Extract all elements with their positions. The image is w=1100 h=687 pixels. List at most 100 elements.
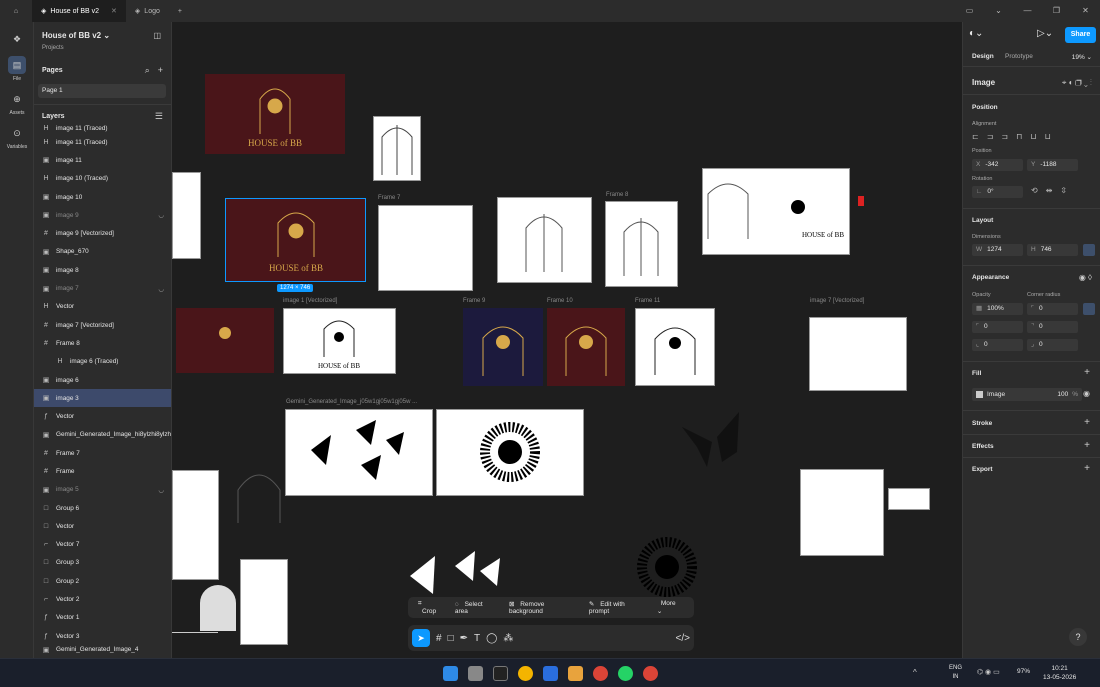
image-window-sketch[interactable]: [373, 116, 421, 181]
frame-tool-icon[interactable]: #: [436, 633, 442, 644]
corner-br-field[interactable]: ⌟ 0: [1027, 339, 1078, 351]
whatsapp-icon[interactable]: [618, 666, 633, 681]
layer-item[interactable]: # Frame 7: [34, 444, 171, 462]
close-window-button[interactable]: ✕: [1071, 0, 1100, 22]
layer-item[interactable]: ƒ Vector 3: [34, 627, 171, 645]
layer-item[interactable]: □ Group 3: [34, 554, 171, 572]
layer-item[interactable]: ▣ Gemini_Generated_Image_hi8ylzhi8ylzh: [34, 426, 171, 444]
home-button[interactable]: ⌂: [0, 0, 32, 22]
remove-background-button[interactable]: ⊠ Remove background: [505, 600, 581, 615]
play-icon[interactable]: ▷⌄: [1037, 28, 1053, 39]
fill-visibility-icon[interactable]: ◉: [1083, 389, 1090, 398]
frame-11[interactable]: [635, 308, 715, 386]
layer-item[interactable]: ⌐ Vector 7: [34, 536, 171, 554]
image-window-butterflies[interactable]: [800, 469, 884, 556]
pen-tool-icon[interactable]: ✒: [460, 633, 468, 644]
image-sun[interactable]: [436, 409, 584, 496]
add-export-icon[interactable]: +: [1084, 463, 1090, 474]
corner-radius-field[interactable]: ⌜ 0: [1027, 303, 1078, 315]
network-volume-icons[interactable]: ⌬ ◉ ▭: [977, 668, 1000, 676]
layer-item[interactable]: ▣ image 7 ◡: [34, 279, 171, 297]
image-window-arch[interactable]: [497, 197, 592, 283]
tab-logo[interactable]: ◈ Logo: [126, 0, 169, 22]
independent-corners-icon[interactable]: [1083, 303, 1095, 315]
frame-7[interactable]: [378, 205, 473, 291]
clock[interactable]: 10:21 13-05-2026: [1043, 664, 1076, 682]
layer-item[interactable]: ▣ Gemini_Generated_Image_4: [34, 645, 171, 654]
hidden-eye-icon[interactable]: ◡: [158, 486, 164, 494]
layer-item[interactable]: □ Vector: [34, 517, 171, 535]
restore-button[interactable]: ❐: [1042, 0, 1071, 22]
layer-item[interactable]: Himage 10 (Traced): [34, 170, 171, 188]
edit-with-prompt-button[interactable]: ✎ Edit with prompt: [585, 600, 649, 615]
frame-label[interactable]: Frame 11: [635, 298, 660, 304]
image-window-small[interactable]: [240, 559, 288, 645]
image-butterflies[interactable]: [285, 409, 433, 496]
search-icon[interactable]: ⌕: [145, 65, 150, 76]
layer-item[interactable]: □ Group 6: [34, 499, 171, 517]
layer-item[interactable]: ▣ image 9 ◡: [34, 206, 171, 224]
flip-icons[interactable]: ⟲⇹⇳: [1031, 186, 1075, 195]
layer-item[interactable]: ▣ image 5 ◡: [34, 481, 171, 499]
file-explorer-icon[interactable]: [568, 666, 583, 681]
chevron-down-icon[interactable]: ⌄: [984, 0, 1013, 22]
language-indicator[interactable]: ENG IN: [949, 664, 962, 682]
tab-house-of-bb[interactable]: ◈ House of BB v2 ✕: [32, 0, 126, 22]
image-logo-composition[interactable]: HOUSE of BB: [702, 168, 850, 255]
layer-item[interactable]: ƒ Vector: [34, 407, 171, 425]
task-view-icon[interactable]: [468, 666, 483, 681]
image-partial[interactable]: [172, 172, 201, 259]
new-tab-button[interactable]: +: [169, 0, 191, 22]
layer-item[interactable]: ▣ image 3: [34, 389, 171, 408]
chrome-profile-icon[interactable]: [593, 666, 608, 681]
actions-tool-icon[interactable]: ⁂: [503, 633, 513, 644]
layer-item[interactable]: ▣ image 6: [34, 371, 171, 389]
figma-app-icon[interactable]: [493, 666, 508, 681]
panel-icon[interactable]: ▭: [955, 0, 984, 22]
sun-vector[interactable]: [637, 537, 697, 597]
hidden-eye-icon[interactable]: ◡: [158, 285, 164, 293]
constrain-proportions-icon[interactable]: [1083, 244, 1095, 256]
share-button[interactable]: Share: [1065, 27, 1096, 43]
layer-item[interactable]: □ Group 2: [34, 572, 171, 590]
corner-tr-field[interactable]: ⌝ 0: [1027, 321, 1078, 333]
layer-item[interactable]: # image 9 [Vectorized]: [34, 224, 171, 242]
rail-file[interactable]: ▤ File: [0, 56, 34, 82]
tray-chevron-icon[interactable]: ^: [913, 668, 917, 677]
move-tool-icon[interactable]: ➤: [412, 629, 430, 647]
chrome-icon[interactable]: [518, 666, 533, 681]
breadcrumb[interactable]: Projects: [42, 45, 64, 51]
layer-item[interactable]: # image 7 [Vectorized]: [34, 316, 171, 334]
image-swirl[interactable]: [888, 488, 930, 510]
select-area-button[interactable]: ◌ Select area: [451, 601, 501, 615]
help-button[interactable]: ?: [1069, 628, 1087, 646]
add-effect-icon[interactable]: +: [1084, 440, 1090, 451]
butterfly-vector[interactable]: [677, 407, 747, 472]
frame-8[interactable]: [605, 201, 678, 287]
close-icon[interactable]: ✕: [111, 7, 117, 15]
butterflies-white[interactable]: [405, 546, 525, 596]
layer-item[interactable]: ▣ Shape_670: [34, 243, 171, 261]
image-house-of-bb[interactable]: HOUSE of BB: [205, 74, 345, 154]
alignment-icons[interactable]: ⊏⊐⊐⊓⊔⊔: [972, 132, 1059, 141]
shape-tool-icon[interactable]: □: [448, 633, 454, 644]
selection-box[interactable]: [225, 198, 366, 282]
page-item[interactable]: Page 1: [38, 84, 166, 98]
layer-item[interactable]: ▣ image 8: [34, 261, 171, 279]
line-vector[interactable]: [172, 632, 218, 633]
avatar[interactable]: ◐⌄: [969, 28, 983, 39]
minimize-button[interactable]: —: [1013, 0, 1042, 22]
opacity-field[interactable]: ▦ 100%: [972, 303, 1023, 315]
layer-item[interactable]: H Vector: [34, 298, 171, 316]
arch-shape[interactable]: [200, 585, 236, 631]
layer-actions-icons[interactable]: ⌖ ◐ ❐ ⌄ ⋮: [1062, 78, 1092, 88]
frame-label[interactable]: image 1 [Vectorized]: [283, 298, 337, 304]
rail-assets[interactable]: ⊕ Assets: [0, 90, 34, 116]
y-field[interactable]: Y -1188: [1027, 159, 1078, 171]
add-stroke-icon[interactable]: +: [1084, 417, 1090, 428]
layer-item[interactable]: ⌐ Vector 2: [34, 590, 171, 608]
add-fill-icon[interactable]: +: [1084, 367, 1090, 378]
more-button[interactable]: More ⌄: [653, 600, 688, 615]
corner-bl-field[interactable]: ⌞ 0: [972, 339, 1023, 351]
frame-label[interactable]: Frame 8: [606, 192, 628, 198]
